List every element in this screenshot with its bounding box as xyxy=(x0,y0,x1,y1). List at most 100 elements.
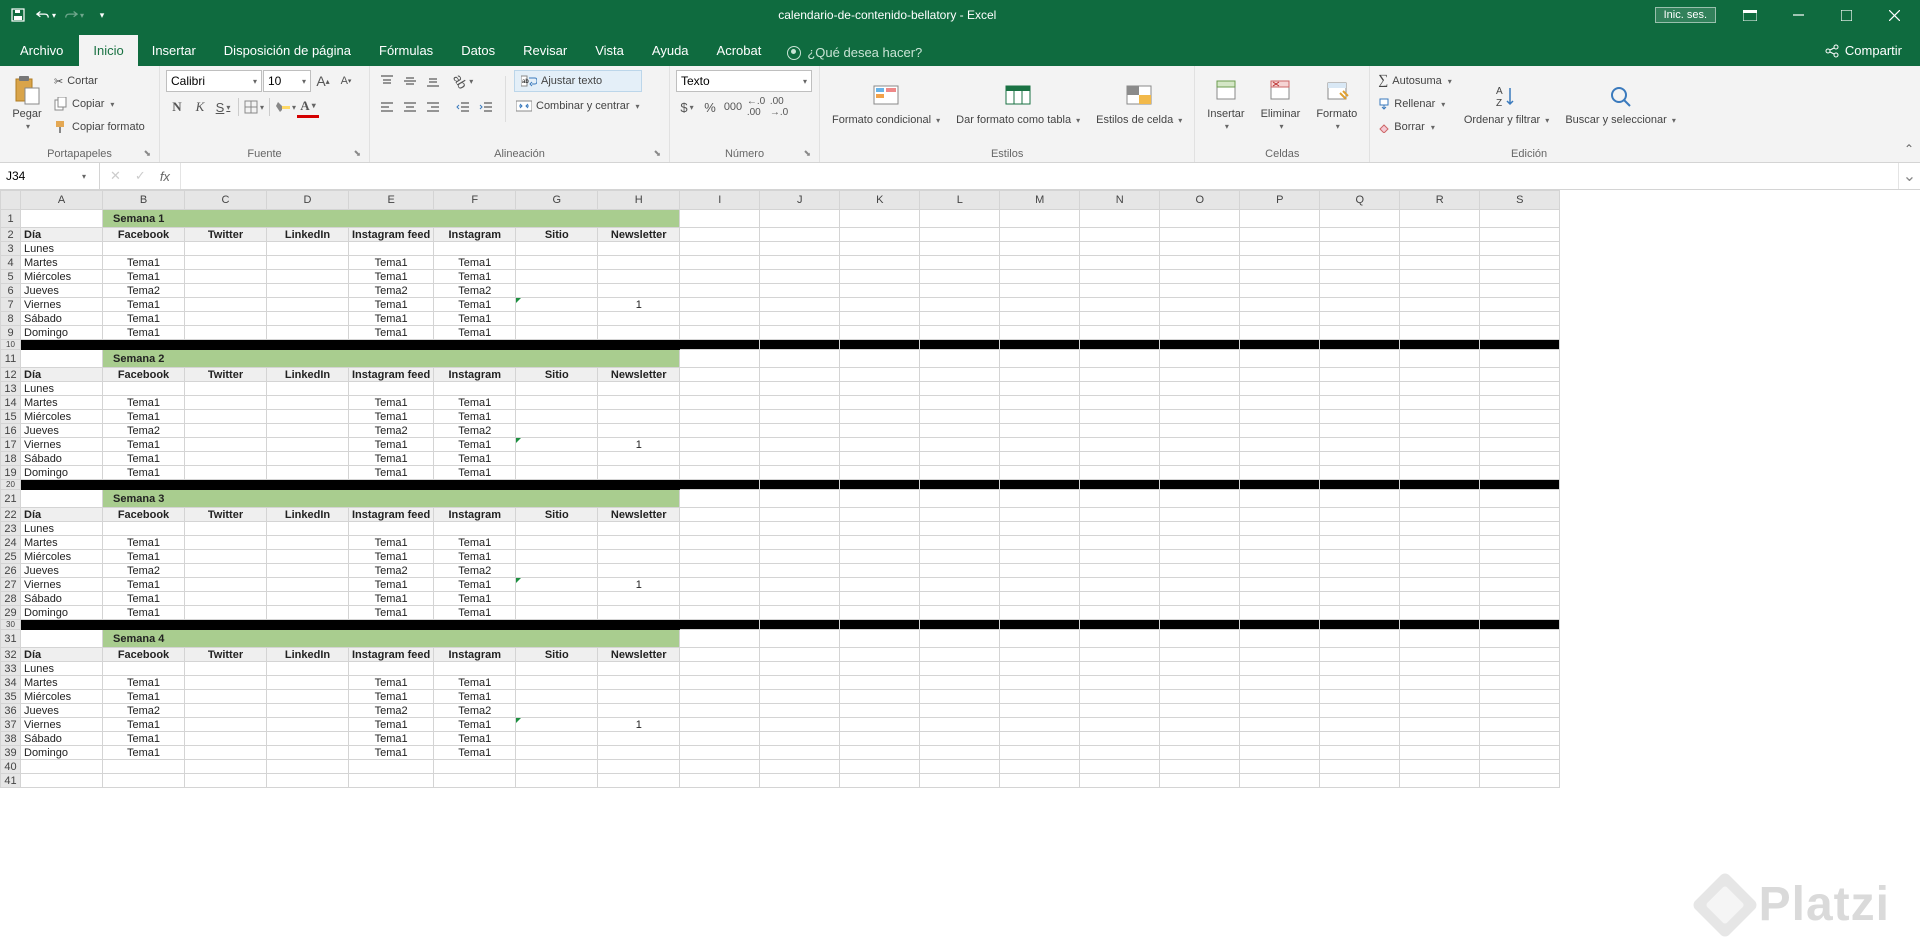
cell[interactable] xyxy=(840,774,920,788)
cell[interactable] xyxy=(1320,508,1400,522)
cell[interactable] xyxy=(1320,210,1400,228)
cell[interactable] xyxy=(1000,410,1080,424)
cell[interactable] xyxy=(1160,536,1240,550)
row-header[interactable]: 35 xyxy=(1,690,21,704)
cell[interactable] xyxy=(920,536,1000,550)
cell[interactable] xyxy=(680,382,760,396)
row-header[interactable]: 11 xyxy=(1,350,21,368)
week-header[interactable]: Semana 3 xyxy=(103,490,680,508)
cell[interactable] xyxy=(920,350,1000,368)
cell[interactable] xyxy=(1320,746,1400,760)
align-left-icon[interactable] xyxy=(376,96,398,118)
cell[interactable] xyxy=(1160,578,1240,592)
cell[interactable]: Sitio xyxy=(516,648,598,662)
cell[interactable] xyxy=(1000,452,1080,466)
cell[interactable] xyxy=(349,774,434,788)
cell[interactable] xyxy=(680,326,760,340)
cell[interactable] xyxy=(516,522,598,536)
cell[interactable] xyxy=(1160,774,1240,788)
tell-me[interactable]: ¿Qué desea hacer? xyxy=(775,39,934,66)
cell[interactable] xyxy=(598,732,680,746)
cell[interactable]: Tema2 xyxy=(349,424,434,438)
cell[interactable] xyxy=(267,438,349,452)
cell[interactable] xyxy=(840,592,920,606)
cell[interactable] xyxy=(1160,718,1240,732)
cell[interactable] xyxy=(185,578,267,592)
cell[interactable] xyxy=(840,410,920,424)
cell[interactable] xyxy=(516,466,598,480)
tab-acrobat[interactable]: Acrobat xyxy=(703,35,776,66)
cell[interactable]: Facebook xyxy=(103,368,185,382)
cell[interactable] xyxy=(1320,284,1400,298)
cell[interactable] xyxy=(1480,382,1560,396)
column-header[interactable]: R xyxy=(1400,191,1480,210)
cell[interactable] xyxy=(598,522,680,536)
delete-cells-button[interactable]: Eliminar▾ xyxy=(1255,70,1307,138)
cell[interactable] xyxy=(920,424,1000,438)
row-header[interactable]: 29 xyxy=(1,606,21,620)
cell[interactable] xyxy=(1320,256,1400,270)
cell[interactable] xyxy=(267,410,349,424)
cell[interactable] xyxy=(840,242,920,256)
cell[interactable] xyxy=(1000,760,1080,774)
cell[interactable] xyxy=(760,630,840,648)
cell[interactable] xyxy=(1320,312,1400,326)
cell[interactable] xyxy=(920,270,1000,284)
cell[interactable] xyxy=(1080,578,1160,592)
cell[interactable] xyxy=(920,508,1000,522)
cell[interactable]: Tema1 xyxy=(349,452,434,466)
cell[interactable] xyxy=(185,760,267,774)
cell[interactable] xyxy=(1320,732,1400,746)
cell[interactable] xyxy=(1080,522,1160,536)
cell[interactable] xyxy=(1320,228,1400,242)
cell[interactable] xyxy=(185,466,267,480)
cell[interactable] xyxy=(1080,606,1160,620)
cell[interactable] xyxy=(349,382,434,396)
cell[interactable] xyxy=(1480,326,1560,340)
cell[interactable] xyxy=(920,732,1000,746)
cell[interactable] xyxy=(1480,368,1560,382)
cell[interactable] xyxy=(1400,256,1480,270)
cell[interactable] xyxy=(516,424,598,438)
cell[interactable] xyxy=(267,312,349,326)
cell[interactable]: Tema1 xyxy=(103,690,185,704)
clipboard-dialog-icon[interactable]: ⬊ xyxy=(143,148,151,159)
column-header[interactable]: P xyxy=(1240,191,1320,210)
cell[interactable] xyxy=(185,676,267,690)
cell[interactable] xyxy=(1240,284,1320,298)
cell[interactable]: Sitio xyxy=(516,368,598,382)
row-header[interactable]: 28 xyxy=(1,592,21,606)
cell[interactable] xyxy=(1000,704,1080,718)
cell[interactable]: Día xyxy=(21,508,103,522)
row-header[interactable]: 3 xyxy=(1,242,21,256)
cell[interactable]: Lunes xyxy=(21,382,103,396)
cell[interactable] xyxy=(185,270,267,284)
cell[interactable] xyxy=(1080,242,1160,256)
cell[interactable] xyxy=(1320,592,1400,606)
cell[interactable] xyxy=(920,312,1000,326)
cell[interactable]: Tema2 xyxy=(434,284,516,298)
cell[interactable] xyxy=(680,242,760,256)
cell[interactable] xyxy=(185,438,267,452)
cell[interactable] xyxy=(1400,550,1480,564)
cell[interactable] xyxy=(1480,630,1560,648)
orientation-icon[interactable]: ab▾ xyxy=(452,70,474,92)
cell[interactable]: 1 xyxy=(598,718,680,732)
cell[interactable] xyxy=(1000,466,1080,480)
cell[interactable]: Instagram xyxy=(434,228,516,242)
cell[interactable] xyxy=(1080,284,1160,298)
cell[interactable] xyxy=(185,606,267,620)
cell[interactable] xyxy=(680,284,760,298)
cell[interactable] xyxy=(1240,774,1320,788)
cell[interactable]: Sitio xyxy=(516,508,598,522)
cell[interactable] xyxy=(1400,578,1480,592)
cell[interactable] xyxy=(516,312,598,326)
alignment-dialog-icon[interactable]: ⬊ xyxy=(653,148,661,159)
font-dialog-icon[interactable]: ⬊ xyxy=(353,148,361,159)
cell[interactable] xyxy=(1160,298,1240,312)
cell[interactable] xyxy=(760,350,840,368)
cell[interactable] xyxy=(267,396,349,410)
column-header[interactable]: I xyxy=(680,191,760,210)
cell[interactable] xyxy=(760,676,840,690)
cell[interactable] xyxy=(1080,508,1160,522)
